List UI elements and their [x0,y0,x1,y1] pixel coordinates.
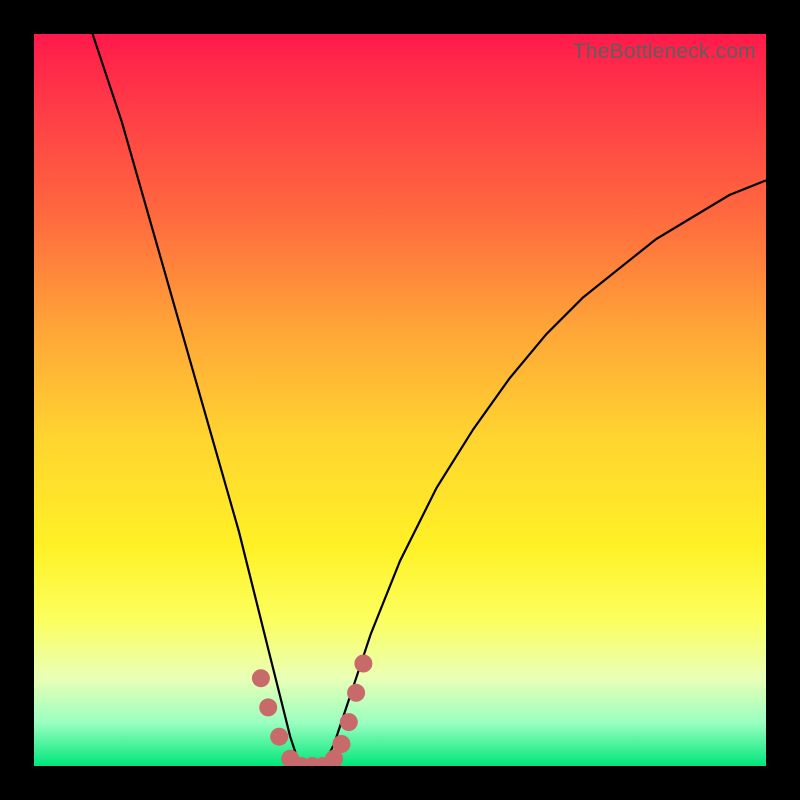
bottleneck-curve-path [93,34,766,766]
outer-frame: TheBottleneck.com [0,0,800,800]
marker-dot [347,684,365,702]
marker-dot [354,655,372,673]
marker-dot [252,669,270,687]
marker-dot [259,698,277,716]
plot-area: TheBottleneck.com [34,34,766,766]
marker-dot [270,728,288,746]
marker-dot [332,735,350,753]
marker-dot [340,713,358,731]
curve-svg [34,34,766,766]
highlight-markers [252,655,373,767]
